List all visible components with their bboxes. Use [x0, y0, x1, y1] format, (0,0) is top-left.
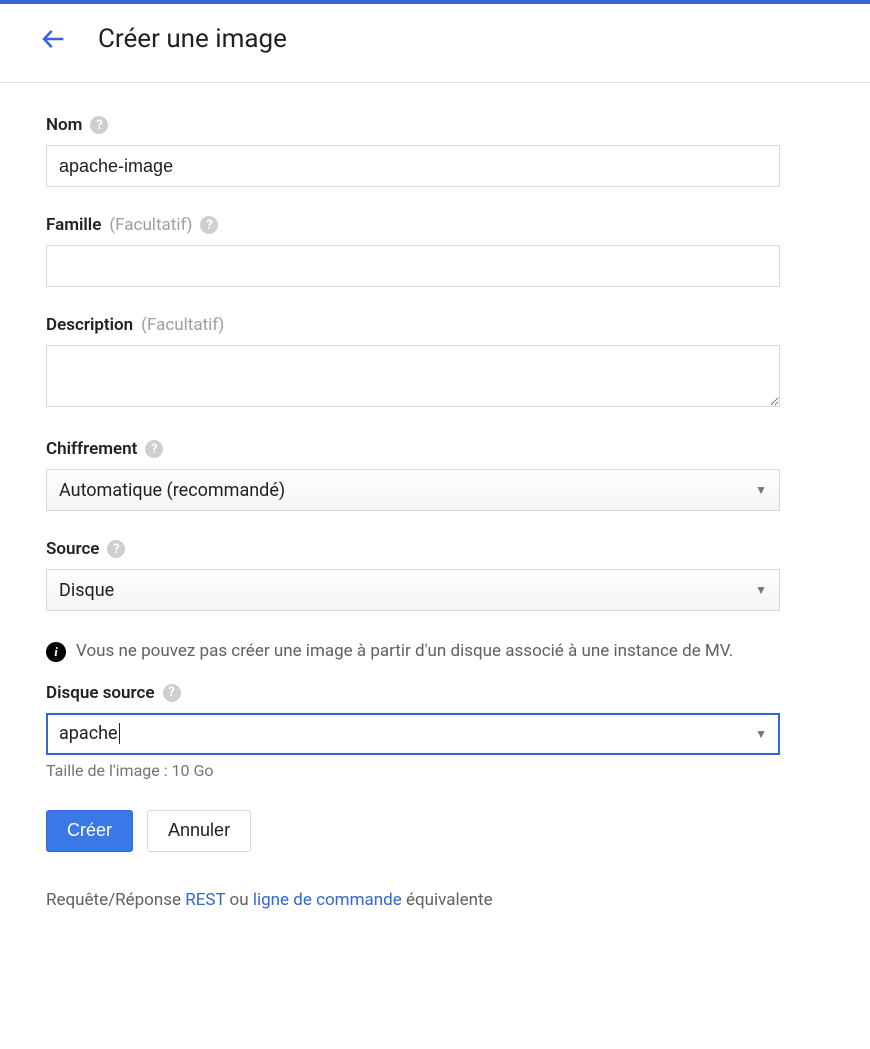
source-disk-value: apache	[59, 723, 120, 744]
info-message-text: Vous ne pouvez pas créer une image à par…	[76, 639, 733, 665]
field-name: Nom ?	[46, 115, 780, 187]
source-disk-select[interactable]: apache ▼	[46, 713, 780, 755]
label-description: Description (Facultatif)	[46, 315, 780, 335]
label-source-disk-text: Disque source	[46, 683, 155, 703]
label-name-text: Nom	[46, 115, 82, 135]
help-icon[interactable]: ?	[200, 216, 218, 234]
chevron-down-icon: ▼	[755, 483, 767, 497]
help-icon[interactable]: ?	[90, 116, 108, 134]
field-description: Description (Facultatif)	[46, 315, 780, 411]
label-name: Nom ?	[46, 115, 780, 135]
footer-suffix: équivalente	[402, 890, 493, 910]
field-encryption: Chiffrement ? Automatique (recommandé) ▼	[46, 439, 780, 511]
cancel-button[interactable]: Annuler	[147, 810, 251, 852]
create-button[interactable]: Créer	[46, 810, 133, 852]
encryption-value: Automatique (recommandé)	[59, 480, 285, 501]
encryption-select[interactable]: Automatique (recommandé) ▼	[46, 469, 780, 511]
rest-link[interactable]: REST	[185, 890, 225, 910]
label-description-text: Description	[46, 315, 133, 335]
back-arrow-icon[interactable]	[40, 25, 68, 53]
label-source-text: Source	[46, 539, 99, 559]
source-disk-hint: Taille de l'image : 10 Go	[46, 761, 780, 780]
info-icon: i	[46, 642, 66, 662]
chevron-down-icon: ▼	[755, 727, 767, 741]
family-input[interactable]	[46, 245, 780, 287]
field-family: Famille (Facultatif) ?	[46, 215, 780, 287]
label-encryption-text: Chiffrement	[46, 439, 137, 459]
button-row: Créer Annuler	[46, 810, 780, 852]
help-icon[interactable]: ?	[107, 540, 125, 558]
label-encryption: Chiffrement ?	[46, 439, 780, 459]
label-family-text: Famille	[46, 215, 101, 235]
footer-prefix: Requête/Réponse	[46, 890, 185, 910]
label-description-optional: (Facultatif)	[141, 315, 224, 335]
help-icon[interactable]: ?	[163, 684, 181, 702]
source-value: Disque	[59, 580, 114, 601]
footer-equivalent: Requête/Réponse REST ou ligne de command…	[46, 890, 780, 910]
page-title: Créer une image	[98, 24, 287, 54]
label-source-disk: Disque source ?	[46, 683, 780, 703]
description-textarea[interactable]	[46, 345, 780, 407]
info-message: i Vous ne pouvez pas créer une image à p…	[46, 639, 780, 665]
field-source-disk: Disque source ? apache ▼ Taille de l'ima…	[46, 683, 780, 780]
label-family: Famille (Facultatif) ?	[46, 215, 780, 235]
chevron-down-icon: ▼	[755, 583, 767, 597]
page-header: Créer une image	[0, 4, 870, 83]
help-icon[interactable]: ?	[145, 440, 163, 458]
form-container: Nom ? Famille (Facultatif) ? Description…	[0, 83, 820, 950]
label-source: Source ?	[46, 539, 780, 559]
source-select[interactable]: Disque ▼	[46, 569, 780, 611]
field-source: Source ? Disque ▼	[46, 539, 780, 611]
name-input[interactable]	[46, 145, 780, 187]
footer-middle: ou	[225, 890, 253, 910]
cli-link[interactable]: ligne de commande	[253, 890, 402, 910]
label-family-optional: (Facultatif)	[109, 215, 192, 235]
